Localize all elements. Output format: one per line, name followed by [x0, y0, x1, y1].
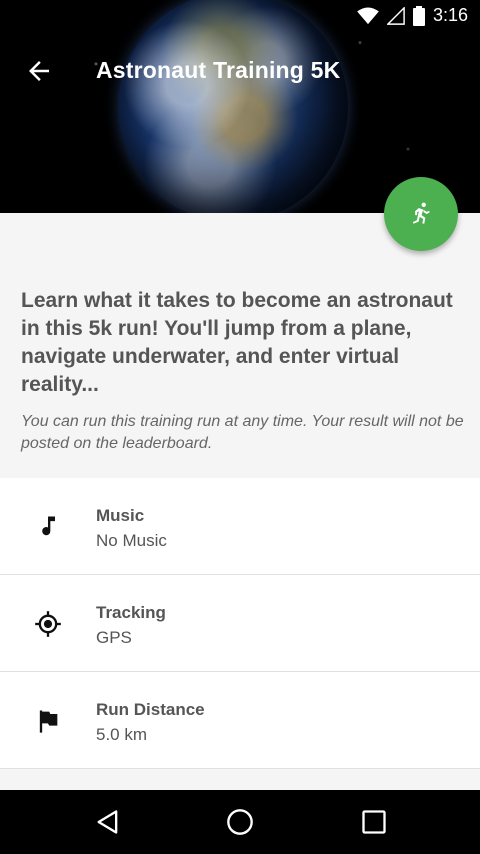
run-intro: Learn what it takes to become an astrona… — [21, 287, 466, 455]
setting-label: Run Distance — [96, 700, 205, 719]
leaderboard-note: You can run this training run at any tim… — [21, 413, 464, 452]
runner-icon — [412, 202, 430, 224]
toolbar: Astronaut Training 5K — [0, 44, 480, 100]
back-triangle-icon[interactable] — [94, 808, 122, 836]
battery-icon — [412, 5, 425, 26]
setting-label: Tracking — [96, 603, 166, 622]
wifi-icon — [357, 6, 379, 24]
page-title: Astronaut Training 5K — [96, 57, 341, 83]
setting-music[interactable]: Music No Music — [0, 478, 480, 575]
home-circle-icon[interactable] — [226, 808, 254, 836]
setting-tracking[interactable]: Tracking GPS — [0, 575, 480, 672]
music-note-icon — [42, 516, 55, 536]
system-nav-bar — [0, 790, 480, 854]
start-run-button[interactable] — [384, 177, 458, 251]
gps-target-icon — [35, 611, 61, 637]
setting-value: GPS — [96, 628, 132, 647]
signal-icon — [386, 6, 405, 25]
setting-label: Music — [96, 506, 145, 525]
status-bar: 3:16 — [0, 0, 480, 32]
flag-icon — [39, 710, 58, 733]
status-time: 3:16 — [432, 5, 468, 25]
run-description: Learn what it takes to become an astrona… — [21, 289, 453, 396]
recents-square-icon[interactable] — [360, 808, 388, 836]
back-arrow-icon[interactable] — [24, 56, 54, 86]
settings-list: Music No Music Tracking GPS Run Distance… — [0, 478, 480, 769]
setting-run-distance[interactable]: Run Distance 5.0 km — [0, 672, 480, 769]
setting-value: 5.0 km — [96, 725, 148, 744]
setting-value: No Music — [96, 531, 167, 550]
